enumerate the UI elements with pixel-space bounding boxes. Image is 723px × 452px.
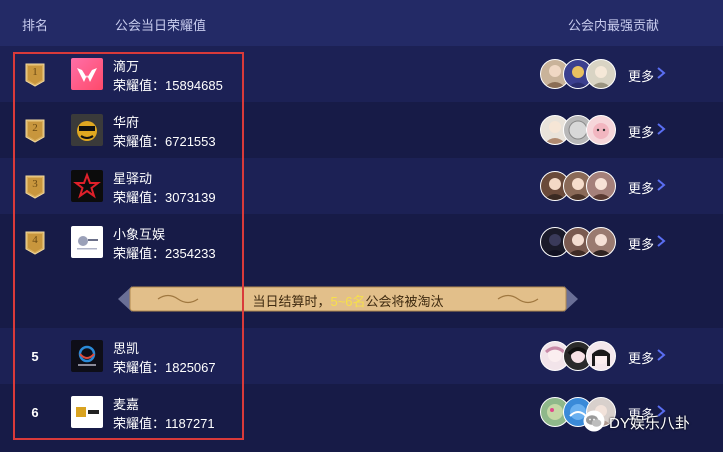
guild-honor-column-header: 公会当日荣耀值 [115, 18, 207, 33]
chevron-right-icon[interactable] [656, 348, 666, 362]
more-link[interactable]: 更多 [628, 122, 654, 141]
more-link[interactable]: 更多 [628, 178, 654, 197]
top-contributors [540, 115, 618, 145]
watermark-text: DY娱乐八卦 [609, 415, 690, 432]
avatar[interactable] [586, 227, 616, 257]
banner-suffix: 公会将被淘汰 [365, 294, 444, 309]
chevron-right-icon[interactable] [656, 66, 666, 80]
wechat-icon [583, 410, 605, 432]
highlight-box [13, 52, 244, 440]
chevron-right-icon[interactable] [656, 178, 666, 192]
chevron-right-icon[interactable] [656, 122, 666, 136]
table-header: 排名 公会当日荣耀值 公会内最强贡献 [0, 0, 723, 46]
avatar[interactable] [586, 115, 616, 145]
rank-column-header: 排名 [22, 18, 49, 33]
top-contributors [540, 341, 618, 371]
banner-highlight: 5~6名 [330, 294, 366, 309]
more-link[interactable]: 更多 [628, 348, 654, 367]
banner-prefix: 当日结算时， [252, 294, 331, 309]
top-contributors [540, 59, 618, 89]
top-contributors [540, 397, 618, 427]
top-contributors-column-header: 公会内最强贡献 [568, 18, 660, 33]
more-link[interactable]: 更多 [628, 234, 654, 253]
avatar[interactable] [586, 171, 616, 201]
chevron-right-icon[interactable] [656, 234, 666, 248]
top-contributors [540, 227, 618, 257]
top-contributors [540, 171, 618, 201]
avatar[interactable] [586, 341, 616, 371]
more-link[interactable]: 更多 [628, 66, 654, 85]
avatar[interactable] [586, 59, 616, 89]
